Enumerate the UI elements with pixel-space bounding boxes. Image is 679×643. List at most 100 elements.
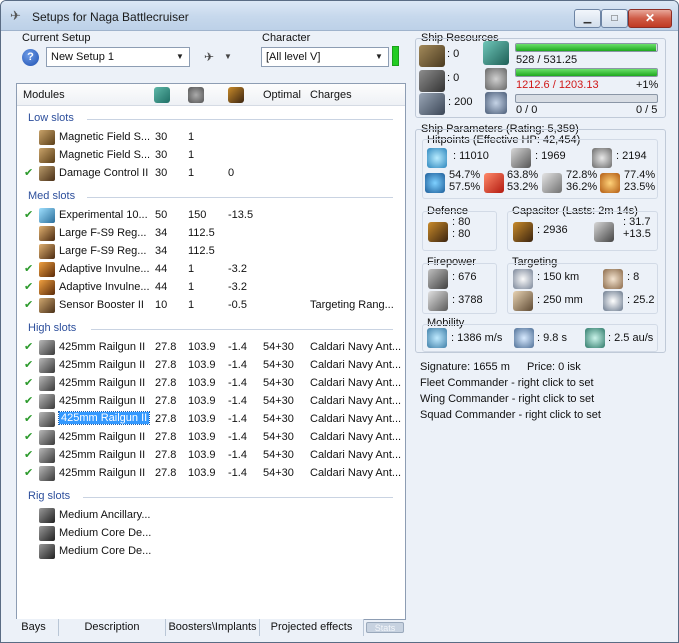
help-icon[interactable]: ? — [22, 49, 39, 66]
module-optimal: 54+30 — [263, 449, 294, 461]
powergrid-column-icon[interactable] — [188, 87, 204, 103]
active-check-icon: ✔ — [24, 209, 34, 221]
module-charge: Targeting Rang... — [310, 299, 394, 311]
shield-icon — [427, 148, 447, 168]
scan-strength-icon — [603, 291, 623, 311]
tab-boosters-implants[interactable]: Boosters\Implants — [166, 619, 260, 636]
modules-column-header[interactable]: Modules — [23, 89, 65, 101]
resist-value: 77.4% — [624, 169, 656, 181]
wing-commander-slot[interactable]: Wing Commander - right click to set — [420, 393, 594, 405]
module-name: Damage Control II — [59, 167, 149, 179]
current-setup-label: Current Setup — [22, 32, 91, 44]
character-select[interactable]: [All level V] ▼ — [261, 47, 389, 67]
high-slot-row[interactable]: ✔ 425mm Railgun II 27.8 103.9 -1.4 54+30 Calda… — [17, 357, 405, 375]
close-button[interactable]: ✕ — [628, 9, 672, 28]
fleet-commander-slot[interactable]: Fleet Commander - right click to set — [420, 377, 594, 389]
active-check-icon: ✔ — [24, 281, 34, 293]
scan-strength-value: : 25.2 — [627, 294, 655, 306]
align-time-icon — [514, 328, 534, 348]
capacitor-icon — [428, 222, 448, 242]
high-slot-row[interactable]: ✔ 425mm Railgun II 27.8 103.9 -1.4 54+30 Calda… — [17, 429, 405, 447]
active-check-icon: ✔ — [24, 395, 34, 407]
high-slot-row[interactable]: ✔ 425mm Railgun II 27.8 103.9 -1.4 54+30 Calda… — [17, 447, 405, 465]
module-name: Medium Core De... — [59, 527, 152, 539]
module-icon — [39, 262, 55, 277]
chevron-down-icon: ▼ — [375, 52, 383, 61]
module-powergrid: 1 — [188, 149, 195, 161]
maximize-button[interactable]: □ — [601, 9, 628, 28]
med-slot-row[interactable]: Large F-S9 Reg... 34 112.5 — [17, 225, 405, 243]
active-check-icon: ✔ — [24, 263, 34, 275]
drone-bandwidth-value: 0 / 5 — [636, 104, 658, 116]
module-name: Medium Ancillary... — [59, 509, 151, 521]
high-slot-row[interactable]: ✔ 425mm Railgun II 27.8 103.9 -1.4 54+30 Calda… — [17, 393, 405, 411]
module-capacitor: -1.4 — [228, 341, 247, 353]
high-slot-row[interactable]: ✔ 425mm Railgun II 27.8 103.9 -1.4 54+30 Calda… — [17, 411, 405, 429]
med-slot-row[interactable]: ✔ Adaptive Invulne... 44 1 -3.2 — [17, 279, 405, 297]
price-value: Price: 0 isk — [527, 361, 581, 373]
minimize-button[interactable]: ▁ — [574, 9, 601, 28]
module-cpu: 10 — [155, 299, 168, 311]
hitpoints-group: : 11010 : 1969 : 2194 54.7% 57.5% 63.8% … — [422, 139, 658, 199]
module-powergrid: 1 — [188, 281, 195, 293]
high-slot-row[interactable]: ✔ 425mm Railgun II 27.8 103.9 -1.4 54+30 Calda… — [17, 465, 405, 483]
resist-value: 36.2% — [566, 181, 598, 193]
current-setup-select[interactable]: New Setup 1 ▼ — [46, 47, 190, 67]
divider — [87, 197, 393, 198]
module-powergrid: 103.9 — [188, 395, 216, 407]
rig-slot-row[interactable]: Medium Core De... — [17, 525, 405, 543]
targeting-group: : 150 km : 8 : 250 mm : 25.2 — [507, 263, 658, 314]
rig-slots-header: Rig slots — [28, 490, 71, 502]
module-powergrid: 112.5 — [188, 245, 215, 257]
high-slot-row[interactable]: ✔ 425mm Railgun II 27.8 103.9 -1.4 54+30 Calda… — [17, 339, 405, 357]
tab-stats[interactable]: Stats — [366, 622, 404, 633]
ship-actions-menu[interactable]: ✈ ▼ — [202, 49, 240, 67]
bottom-tabs: Bays Description Boosters\Implants Proje… — [9, 619, 672, 636]
modules-list[interactable]: Modules Optimal Charges Low slots Med sl… — [16, 83, 406, 620]
module-charge: Caldari Navy Ant... — [310, 449, 402, 461]
launcher-hardpoints-icon — [419, 70, 445, 92]
low-slot-row[interactable]: Magnetic Field S... 30 1 — [17, 129, 405, 147]
med-slot-row[interactable]: ✔ Experimental 10... 50 150 -13.5 — [17, 207, 405, 225]
module-name: Large F-S9 Reg... — [59, 245, 147, 257]
module-powergrid: 1 — [188, 263, 195, 275]
tab-bays[interactable]: Bays — [9, 619, 59, 636]
module-icon — [39, 448, 55, 463]
module-cpu: 30 — [155, 149, 168, 161]
powergrid-value: 1212.6 / 1203.13 — [516, 79, 599, 91]
module-optimal: 54+30 — [263, 359, 294, 371]
cpu-column-icon[interactable] — [154, 87, 170, 103]
module-capacitor: -1.4 — [228, 377, 247, 389]
optimal-column-header[interactable]: Optimal — [263, 89, 301, 101]
module-powergrid: 1 — [188, 131, 195, 143]
squad-commander-slot[interactable]: Squad Commander - right click to set — [420, 409, 601, 421]
rig-slot-row[interactable]: Medium Core De... — [17, 543, 405, 561]
charges-column-header[interactable]: Charges — [310, 89, 352, 101]
module-optimal: 54+30 — [263, 431, 294, 443]
low-slot-row[interactable]: Magnetic Field S... 30 1 — [17, 147, 405, 165]
align-time-value: : 9.8 s — [537, 332, 567, 344]
rig-slot-row[interactable]: Medium Ancillary... — [17, 507, 405, 525]
cap-rate-1: : 31.7 — [623, 216, 651, 228]
module-name: 425mm Railgun II — [57, 411, 151, 425]
capacitor-column-icon[interactable] — [228, 87, 244, 103]
module-name: 425mm Railgun II — [59, 359, 146, 371]
med-slot-row[interactable]: ✔ Adaptive Invulne... 44 1 -3.2 — [17, 261, 405, 279]
module-name: Adaptive Invulne... — [59, 263, 150, 275]
defence-value-1: : 80 — [452, 216, 471, 228]
high-slot-row[interactable]: ✔ 425mm Railgun II 27.8 103.9 -1.4 54+30 Calda… — [17, 375, 405, 393]
em-resist-icon — [425, 173, 445, 193]
med-slot-row[interactable]: ✔ Sensor Booster II 10 1 -0.5 Targeting Rang.… — [17, 297, 405, 315]
kinetic-resist-icon — [542, 173, 562, 193]
module-icon — [39, 358, 55, 373]
active-check-icon: ✔ — [24, 377, 34, 389]
divider — [83, 497, 393, 498]
low-slot-row[interactable]: ✔ Damage Control II 30 1 0 — [17, 165, 405, 183]
med-slot-row[interactable]: Large F-S9 Reg... 34 112.5 — [17, 243, 405, 261]
capacitor-icon — [513, 222, 533, 242]
tab-description[interactable]: Description — [59, 619, 166, 636]
capacitor-amount: : 2936 — [537, 224, 568, 236]
window-content: Current Setup ? New Setup 1 ▼ ✈ ▼ Charac… — [9, 32, 672, 636]
tab-projected-effects[interactable]: Projected effects — [260, 619, 364, 636]
module-cpu: 27.8 — [155, 449, 177, 461]
